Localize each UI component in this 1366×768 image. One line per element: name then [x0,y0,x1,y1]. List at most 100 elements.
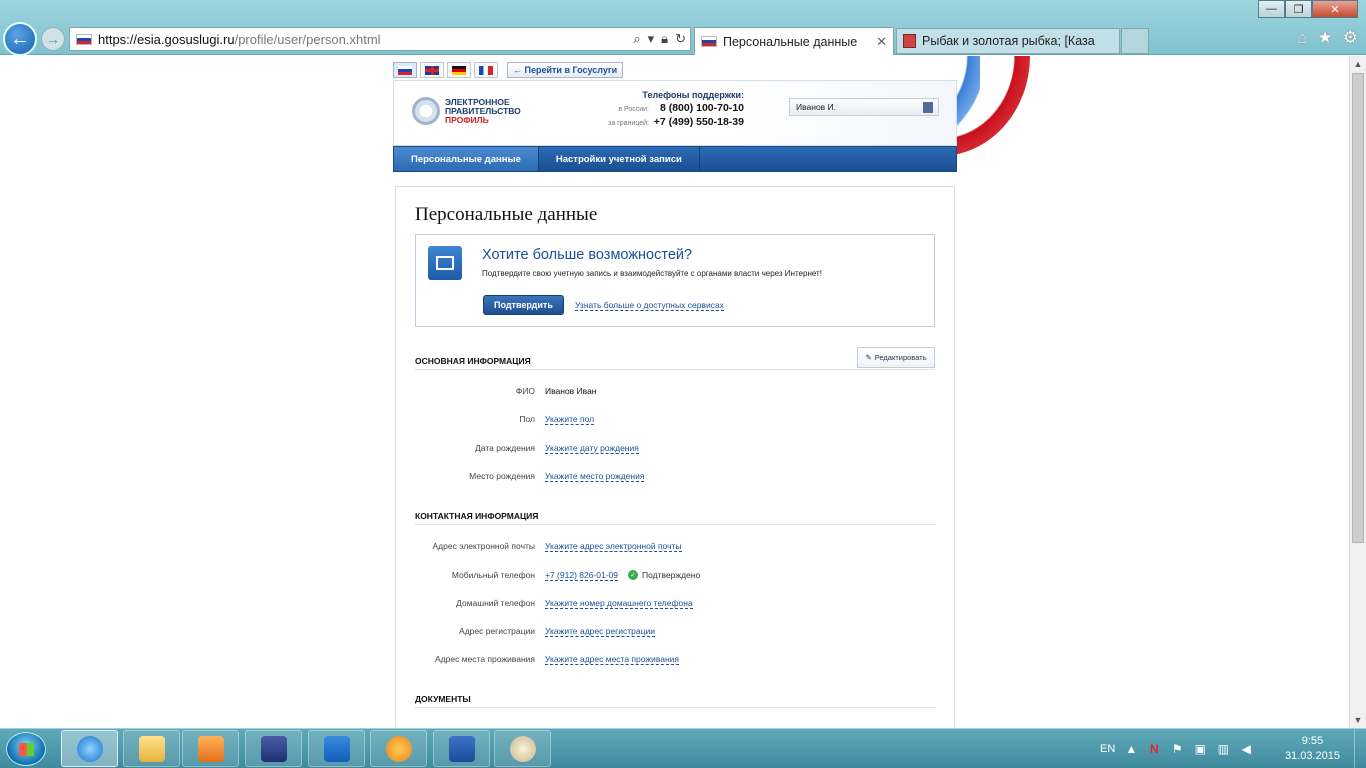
scroll-down-icon[interactable]: ▼ [1350,712,1366,728]
field-row-email: Адрес электронной почты Укажите адрес эл… [415,539,935,553]
field-label: Дата рождения [475,443,535,453]
taskbar-app-orange[interactable] [370,730,427,767]
lang-de[interactable] [447,62,471,78]
support-phones: Телефоны поддержки: в России: 8 (800) 10… [604,90,744,128]
taskbar-ie[interactable] [61,730,118,767]
scroll-up-icon[interactable]: ▲ [1350,56,1366,72]
taskbar-media-player[interactable] [182,730,239,767]
field-link[interactable]: Укажите дату рождения [545,443,639,454]
field-label: Пол [519,414,535,424]
field-link[interactable]: +7 (912) 826-01-09 [545,570,619,581]
tab-label: Рыбак и золотая рыбка; [Каза [922,34,1095,48]
taskbar-save[interactable] [245,730,302,767]
forward-button[interactable]: → [41,27,65,51]
home-icon[interactable]: ⌂ [1297,28,1307,48]
language-indicator[interactable]: EN [1100,743,1115,755]
device-icon[interactable]: ▣ [1193,742,1207,756]
section-documents: ДОКУМЕНТЫ [415,694,935,708]
taskbar-paint[interactable] [494,730,551,767]
tab-label: Персональные данные [723,34,858,49]
edit-button[interactable]: ✎ Редактировать [857,347,935,368]
field-label: Адрес места проживания [435,654,535,664]
field-row-gender: Пол Укажите пол [415,412,935,426]
field-link[interactable]: Укажите пол [545,414,595,425]
nav-personal-data[interactable]: Персональные данные [394,147,539,171]
scroll-thumb[interactable] [1352,73,1364,543]
close-tab-icon[interactable]: ✕ [876,34,887,50]
field-row-mobile: Мобильный телефон +7 (912) 826-01-09 ✓ П… [415,568,935,582]
field-row-home-phone: Домашний телефон Укажите номер домашнего… [415,596,935,610]
url-text[interactable]: https://esia.gosuslugi.ru/profile/user/p… [98,32,381,47]
field-link[interactable]: Укажите адрес электронной почты [545,541,682,552]
show-desktop-button[interactable] [1354,729,1366,768]
logout-icon[interactable] [923,102,933,113]
new-tab-button[interactable] [1121,28,1149,54]
start-button[interactable] [6,732,46,766]
web-page: ← Перейти в Госуслуги ЭЛЕКТРОННОЕ ПРАВИТ… [0,56,1349,728]
clock-date: 31.03.2015 [1284,750,1340,762]
user-box[interactable]: Иванов И. [789,98,939,116]
tab-rybak[interactable]: Рыбак и золотая рыбка; [Каза [896,28,1120,54]
uk-flag-icon [425,65,439,75]
support-ru-label: в России: [618,106,649,113]
support-abroad-label: за границей: [608,120,649,127]
field-link[interactable]: Укажите номер домашнего телефона [545,598,693,609]
field-link[interactable]: Укажите адрес места проживания [545,654,680,665]
antivirus-icon[interactable]: N [1147,742,1161,756]
lang-ru[interactable] [393,62,417,78]
lang-fr[interactable] [474,62,498,78]
tab-personal-data[interactable]: Персональные данные ✕ [694,27,894,55]
promo-text: Подтвердите свою учетную запись и взаимо… [482,269,822,278]
clock[interactable]: 9:55 31.03.2015 [1285,734,1340,764]
address-bar[interactable]: https://esia.gosuslugi.ru/profile/user/p… [69,27,691,51]
verified-text: Подтверждено [642,570,701,580]
close-button[interactable]: ✕ [1312,0,1358,18]
field-link[interactable]: Укажите адрес регистрации [545,626,655,637]
system-tray: EN ▲ N ⚑ ▣ ▥ ◀ [1100,729,1253,768]
pencil-icon: ✎ [865,353,872,362]
taskbar-outlook[interactable] [308,730,365,767]
page-title: Персональные данные [415,204,598,225]
volume-icon[interactable]: ◀ [1239,742,1253,756]
taskbar: EN ▲ N ⚑ ▣ ▥ ◀ 9:55 31.03.2015 [0,728,1366,768]
floppy-icon [260,735,287,762]
edit-button-label: Редактировать [874,353,927,362]
refresh-icon[interactable]: ↻ [675,31,686,47]
maximize-button[interactable]: ❐ [1285,0,1312,18]
network-icon[interactable]: ▥ [1216,742,1230,756]
field-label: Адрес электронной почты [432,541,536,551]
media-player-icon [197,735,224,762]
promo-title: Хотите больше возможностей? [482,247,693,263]
show-hidden-icons-icon[interactable]: ▲ [1124,742,1138,756]
word-icon [448,735,475,762]
nav-account-settings[interactable]: Настройки учетной записи [539,147,700,171]
learn-more-link[interactable]: Узнать больше о доступных сервисах [575,300,724,311]
field-label: Домашний телефон [456,598,535,608]
dropdown-icon[interactable]: ▾ [648,31,655,47]
field-label: Место рождения [469,471,535,481]
minimize-button[interactable]: — [1258,0,1285,18]
main-nav: Персональные данные Настройки учетной за… [393,146,957,172]
confirm-button[interactable]: Подтвердить [483,295,564,315]
folder-icon [138,735,165,762]
logo-mark-icon [412,97,440,125]
russia-flag-icon [398,65,412,75]
window-controls: — ❐ ✕ [1258,0,1358,18]
content-panel: Персональные данные Хотите больше возмож… [395,186,955,728]
field-link[interactable]: Укажите место рождения [545,471,645,482]
field-value: Иванов Иван [545,386,597,396]
taskbar-explorer[interactable] [123,730,180,767]
back-button[interactable]: ← [3,22,37,56]
lock-icon[interactable]: 🔒︎ [661,31,668,47]
search-icon[interactable]: ⌕ [633,31,640,47]
support-title: Телефоны поддержки: [642,90,744,100]
vertical-scrollbar[interactable]: ▲ ▼ [1349,56,1366,728]
flag-alert-icon[interactable]: ⚑ [1170,742,1184,756]
app-orange-icon [385,735,412,762]
lang-en[interactable] [420,62,444,78]
logo[interactable]: ЭЛЕКТРОННОЕ ПРАВИТЕЛЬСТВО ПРОФИЛЬ [412,97,521,125]
taskbar-word[interactable] [433,730,490,767]
gear-icon[interactable]: ⚙ [1343,28,1358,48]
favorites-star-icon[interactable]: ★ [1318,28,1333,48]
goto-gosuslugi-link[interactable]: ← Перейти в Госуслуги [507,62,624,78]
